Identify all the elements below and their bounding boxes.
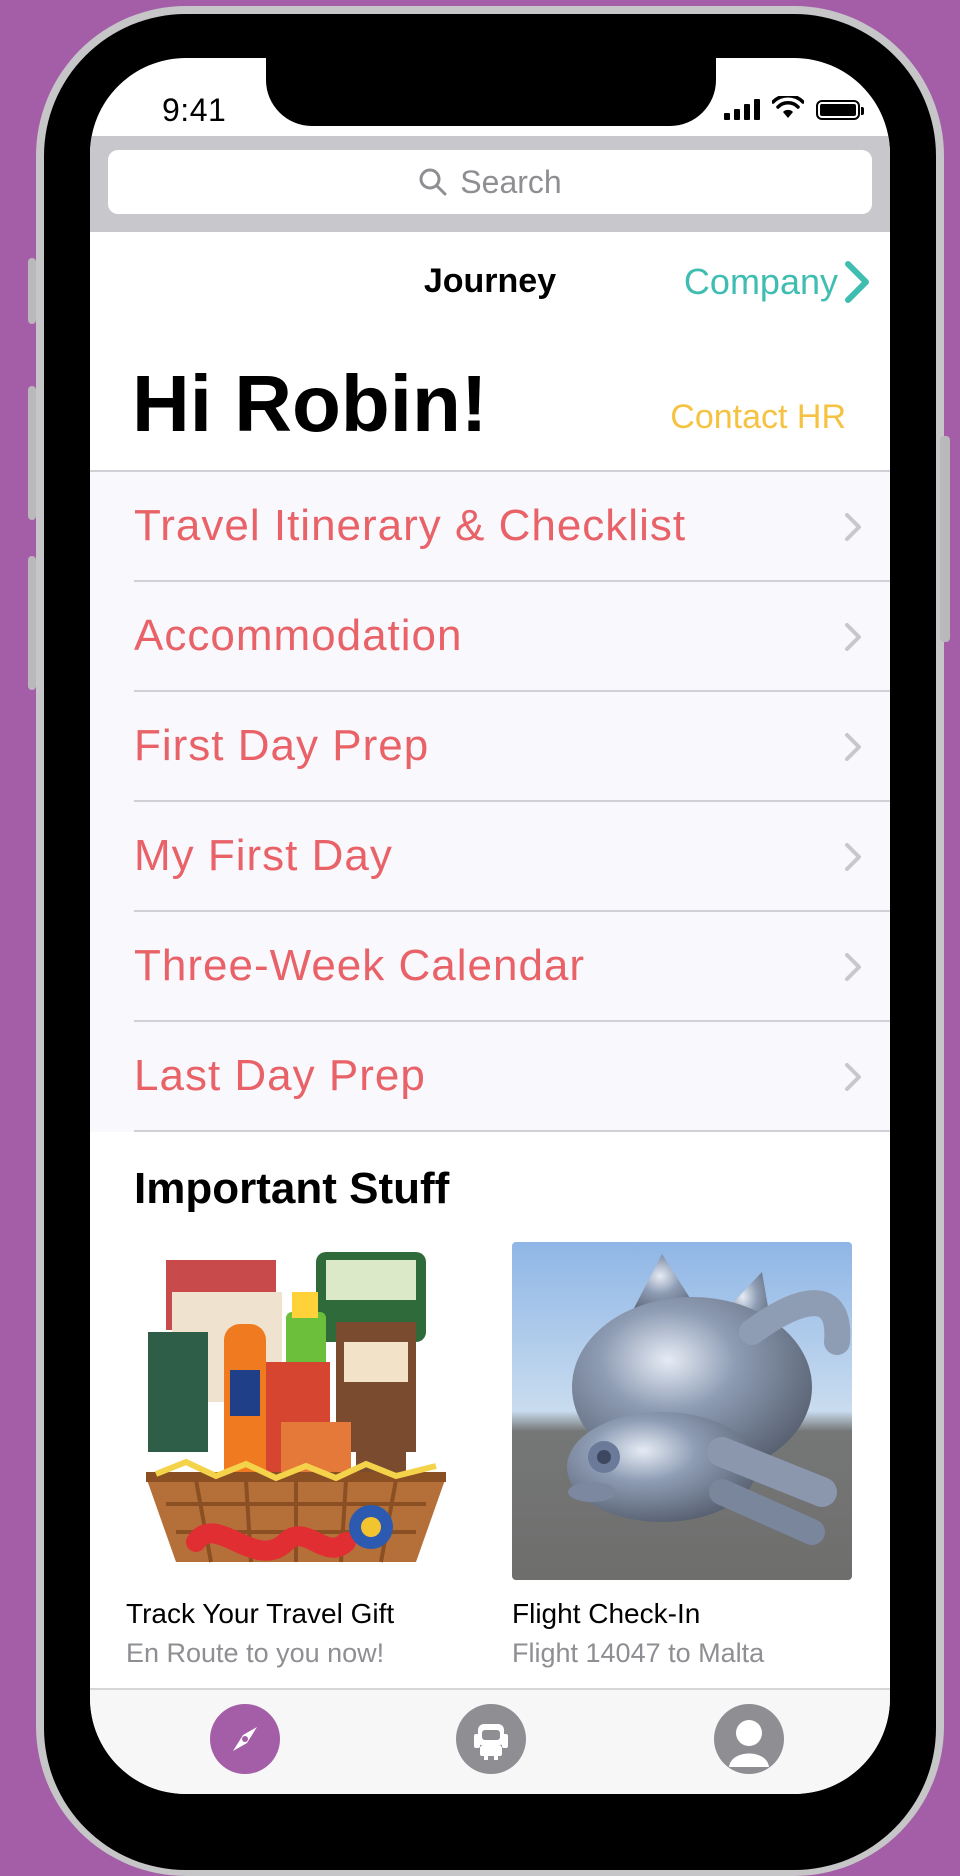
- menu-item-label: Accommodation: [134, 611, 463, 660]
- power-button: [940, 436, 950, 642]
- company-link-label: Company: [683, 261, 838, 302]
- menu-item-travel-itinerary[interactable]: Travel Itinerary & Checklist: [134, 472, 890, 582]
- mute-switch: [28, 258, 36, 324]
- menu-item-label: Last Day Prep: [134, 1051, 426, 1100]
- chevron-right-icon: [845, 513, 861, 541]
- gift-basket-image: [126, 1242, 466, 1580]
- chevron-right-icon: [845, 623, 861, 651]
- notch: [266, 58, 716, 126]
- menu-item-label: Three-Week Calendar: [134, 941, 586, 990]
- tab-journey[interactable]: [210, 1704, 280, 1774]
- signal-icon: [724, 98, 760, 120]
- chrome-cat-render-image: [512, 1242, 852, 1580]
- contact-hr-link[interactable]: Contact HR: [670, 398, 846, 437]
- chevron-right-icon: [845, 953, 861, 981]
- app-screen: 9:41 Search Journey Company Hi Robin! Co…: [90, 58, 890, 1794]
- menu-item-first-day-prep[interactable]: First Day Prep: [134, 692, 890, 802]
- status-time: 9:41: [162, 92, 227, 128]
- volume-down-button: [28, 556, 36, 690]
- travel-gift-card[interactable]: Track Your Travel Gift En Route to you n…: [126, 1242, 466, 1669]
- robot-icon: [474, 1724, 508, 1760]
- search-icon: [419, 168, 447, 196]
- profile-icon: [729, 1720, 769, 1767]
- flight-check-in-card[interactable]: Flight Check-In Flight 14047 to Malta: [512, 1242, 852, 1669]
- greeting-title: Hi Robin!: [132, 359, 488, 448]
- company-link[interactable]: Company: [684, 260, 870, 304]
- menu-item-accommodation[interactable]: Accommodation: [134, 582, 890, 692]
- card-subtitle: Flight 14047 to Malta: [512, 1638, 765, 1668]
- card-title: Flight Check-In: [512, 1598, 701, 1629]
- card-subtitle: En Route to you now!: [126, 1638, 385, 1668]
- card-title: Track Your Travel Gift: [126, 1598, 395, 1629]
- tab-profile[interactable]: [714, 1704, 784, 1774]
- status-icons: [724, 96, 864, 120]
- chevron-right-icon: [845, 1063, 861, 1091]
- menu-item-my-first-day[interactable]: My First Day: [134, 802, 890, 912]
- menu-item-last-day-prep[interactable]: Last Day Prep: [134, 1022, 890, 1132]
- chevron-right-icon: [845, 843, 861, 871]
- chevron-right-icon: [845, 261, 869, 303]
- tab-bar: [90, 1688, 890, 1794]
- journey-menu-list: Travel Itinerary & Checklist Accommodati…: [90, 470, 890, 1132]
- compass-icon: [233, 1727, 257, 1751]
- search-bar: Search: [90, 136, 890, 232]
- tab-assistant[interactable]: [456, 1704, 526, 1774]
- menu-item-label: My First Day: [134, 831, 393, 880]
- battery-icon: [816, 100, 864, 120]
- chevron-right-icon: [845, 733, 861, 761]
- menu-item-three-week-calendar[interactable]: Three-Week Calendar: [134, 912, 890, 1022]
- wifi-icon: [772, 96, 804, 118]
- volume-up-button: [28, 386, 36, 520]
- navigation-bar: Journey Company: [90, 232, 890, 336]
- important-stuff-heading: Important Stuff: [134, 1164, 450, 1213]
- menu-item-label: First Day Prep: [134, 721, 430, 770]
- search-placeholder: Search: [460, 163, 562, 200]
- menu-item-label: Travel Itinerary & Checklist: [134, 501, 687, 550]
- search-input[interactable]: Search: [108, 150, 872, 214]
